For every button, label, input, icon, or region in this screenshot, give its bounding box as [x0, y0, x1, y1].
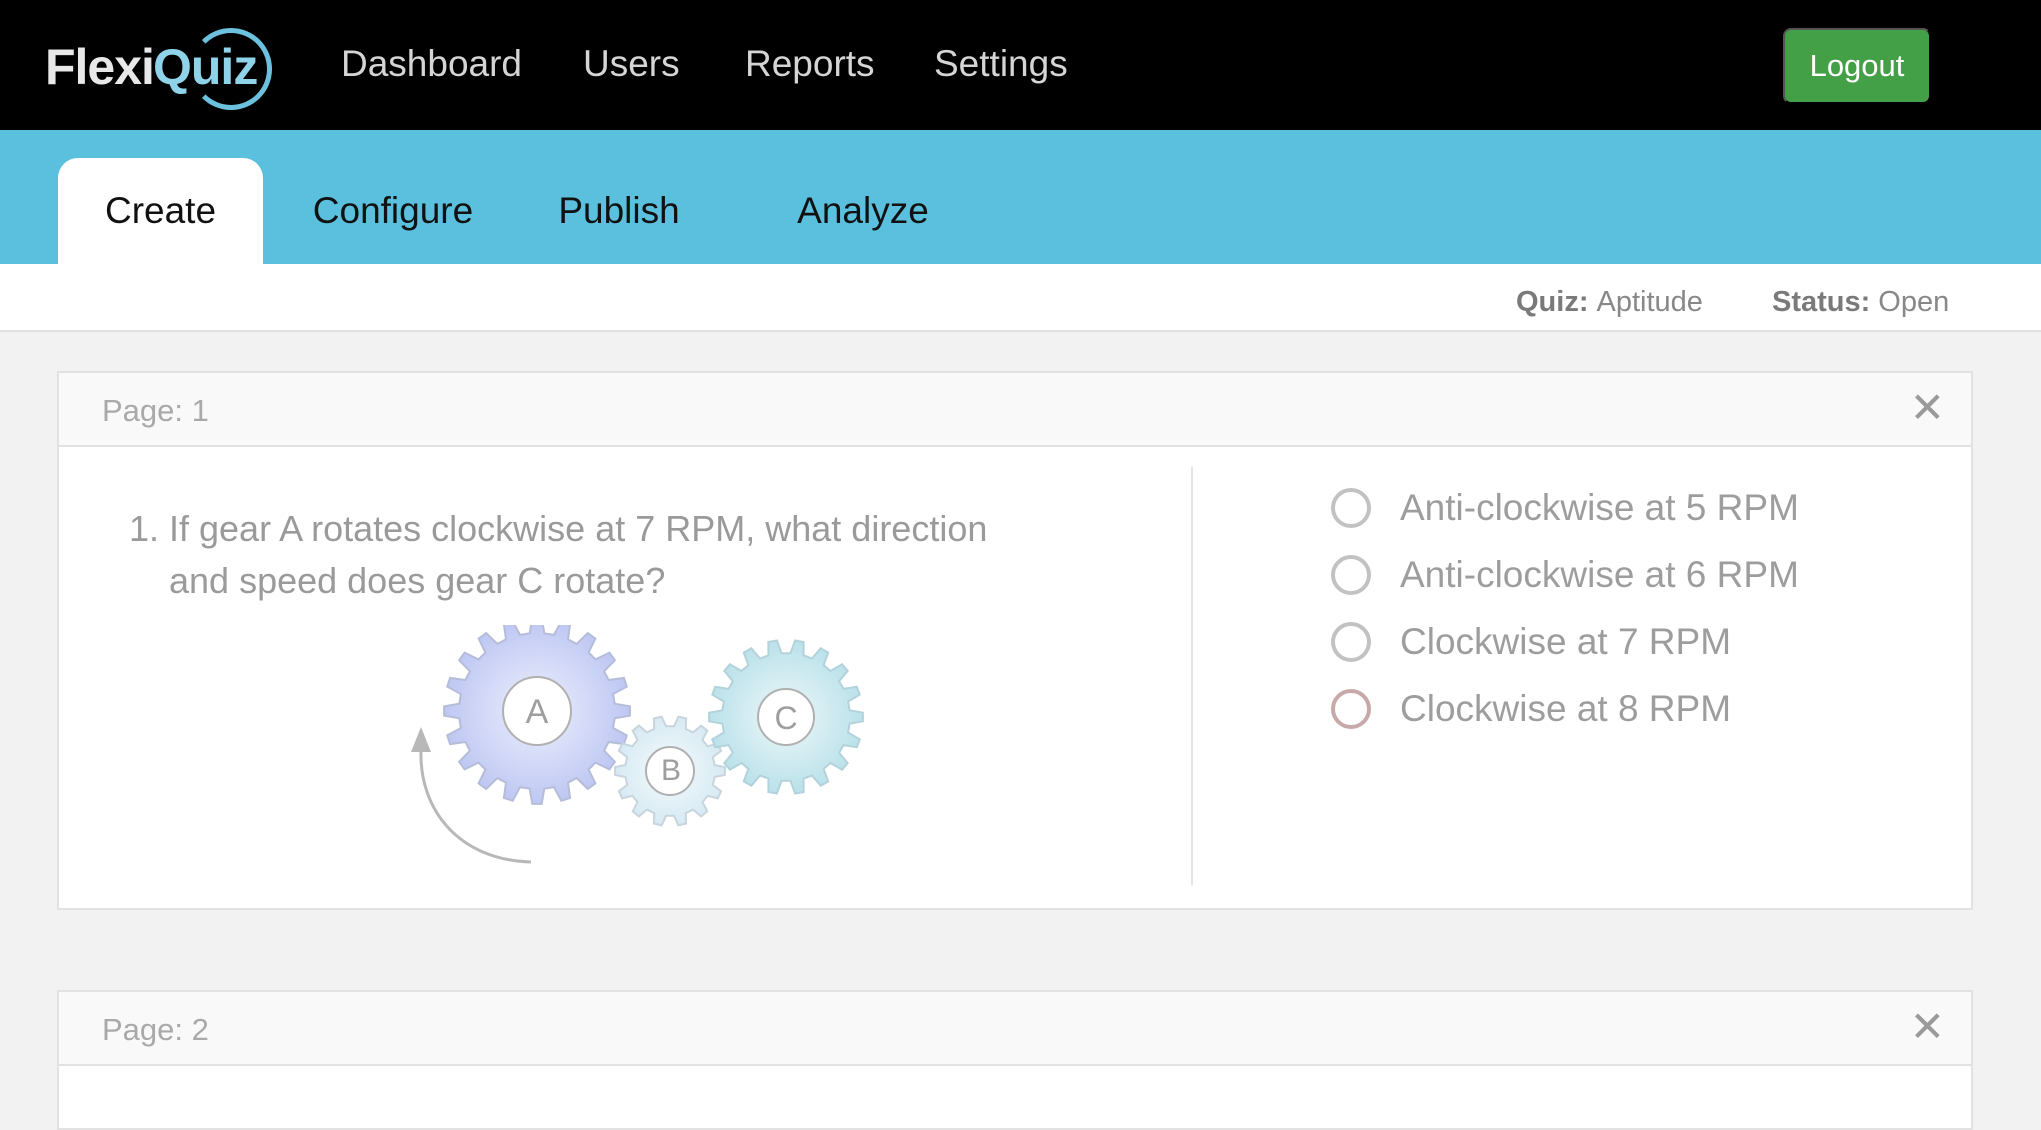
radio-button[interactable]: [1331, 622, 1371, 662]
rotation-arrowhead-icon: [411, 727, 431, 752]
gear-a-label: A: [526, 693, 549, 731]
page-title: Page: 2: [102, 1012, 209, 1047]
answer-option[interactable]: Anti-clockwise at 5 RPM: [1331, 483, 1799, 533]
question-body: 1. If gear A rotates clockwise at 7 RPM,…: [59, 447, 1971, 910]
tab-publish[interactable]: Publish: [540, 158, 698, 264]
quiz-name-label: Quiz:: [1516, 286, 1589, 318]
page-panel-2: Page: 2 ✕: [57, 990, 1973, 1130]
quiz-info-bar: [0, 264, 2041, 332]
nav-settings[interactable]: Settings: [934, 43, 1068, 85]
gear-c-label: C: [774, 700, 797, 736]
gear-diagram: A B C: [411, 625, 864, 864]
radio-button[interactable]: [1331, 488, 1371, 528]
answer-option[interactable]: Anti-clockwise at 6 RPM: [1331, 550, 1799, 600]
question-divider: [1191, 467, 1193, 885]
logout-button[interactable]: Logout: [1783, 28, 1931, 104]
page-panel-header: Page: 2 ✕: [59, 992, 1971, 1066]
quiz-name-info: Quiz: Aptitude: [1516, 286, 1703, 319]
flexiquiz-logo[interactable]: Flexi Quiz: [45, 24, 275, 112]
gear-b-label: B: [661, 754, 681, 787]
answer-option-label: Anti-clockwise at 6 RPM: [1400, 554, 1799, 595]
page-panel-header: Page: 1 ✕: [59, 373, 1971, 447]
answer-option-label: Clockwise at 8 RPM: [1400, 688, 1732, 729]
question-number: 1.: [129, 508, 160, 549]
tab-create[interactable]: Create: [58, 158, 263, 264]
page-panel-1: Page: 1 ✕ 1. If gear A rotates clockwise…: [57, 371, 1973, 910]
nav-users[interactable]: Users: [583, 43, 680, 85]
answer-option[interactable]: Clockwise at 8 RPM: [1331, 684, 1731, 734]
close-icon[interactable]: ✕: [1910, 387, 1945, 429]
nav-reports[interactable]: Reports: [745, 43, 875, 85]
answer-option[interactable]: Clockwise at 7 RPM: [1331, 617, 1731, 667]
answer-option-label: Clockwise at 7 RPM: [1400, 621, 1732, 662]
tab-analyze[interactable]: Analyze: [780, 158, 946, 264]
radio-button[interactable]: [1331, 689, 1371, 729]
logo-text-quiz: Quiz: [153, 39, 258, 95]
quiz-status-info: Status: Open: [1772, 286, 1949, 319]
page-title: Page: 1: [102, 393, 209, 428]
question-text: If gear A rotates clockwise at 7 RPM, wh…: [169, 508, 988, 601]
tab-configure[interactable]: Configure: [300, 158, 486, 264]
close-icon[interactable]: ✕: [1910, 1006, 1945, 1048]
answer-option-label: Anti-clockwise at 5 RPM: [1400, 487, 1799, 528]
quiz-name-value: Aptitude: [1596, 286, 1703, 318]
quiz-status-value: Open: [1878, 286, 1950, 318]
logo-text-flexi: Flexi: [45, 39, 155, 95]
quiz-status-label: Status:: [1772, 286, 1871, 318]
radio-button[interactable]: [1331, 555, 1371, 595]
nav-dashboard[interactable]: Dashboard: [341, 43, 522, 85]
